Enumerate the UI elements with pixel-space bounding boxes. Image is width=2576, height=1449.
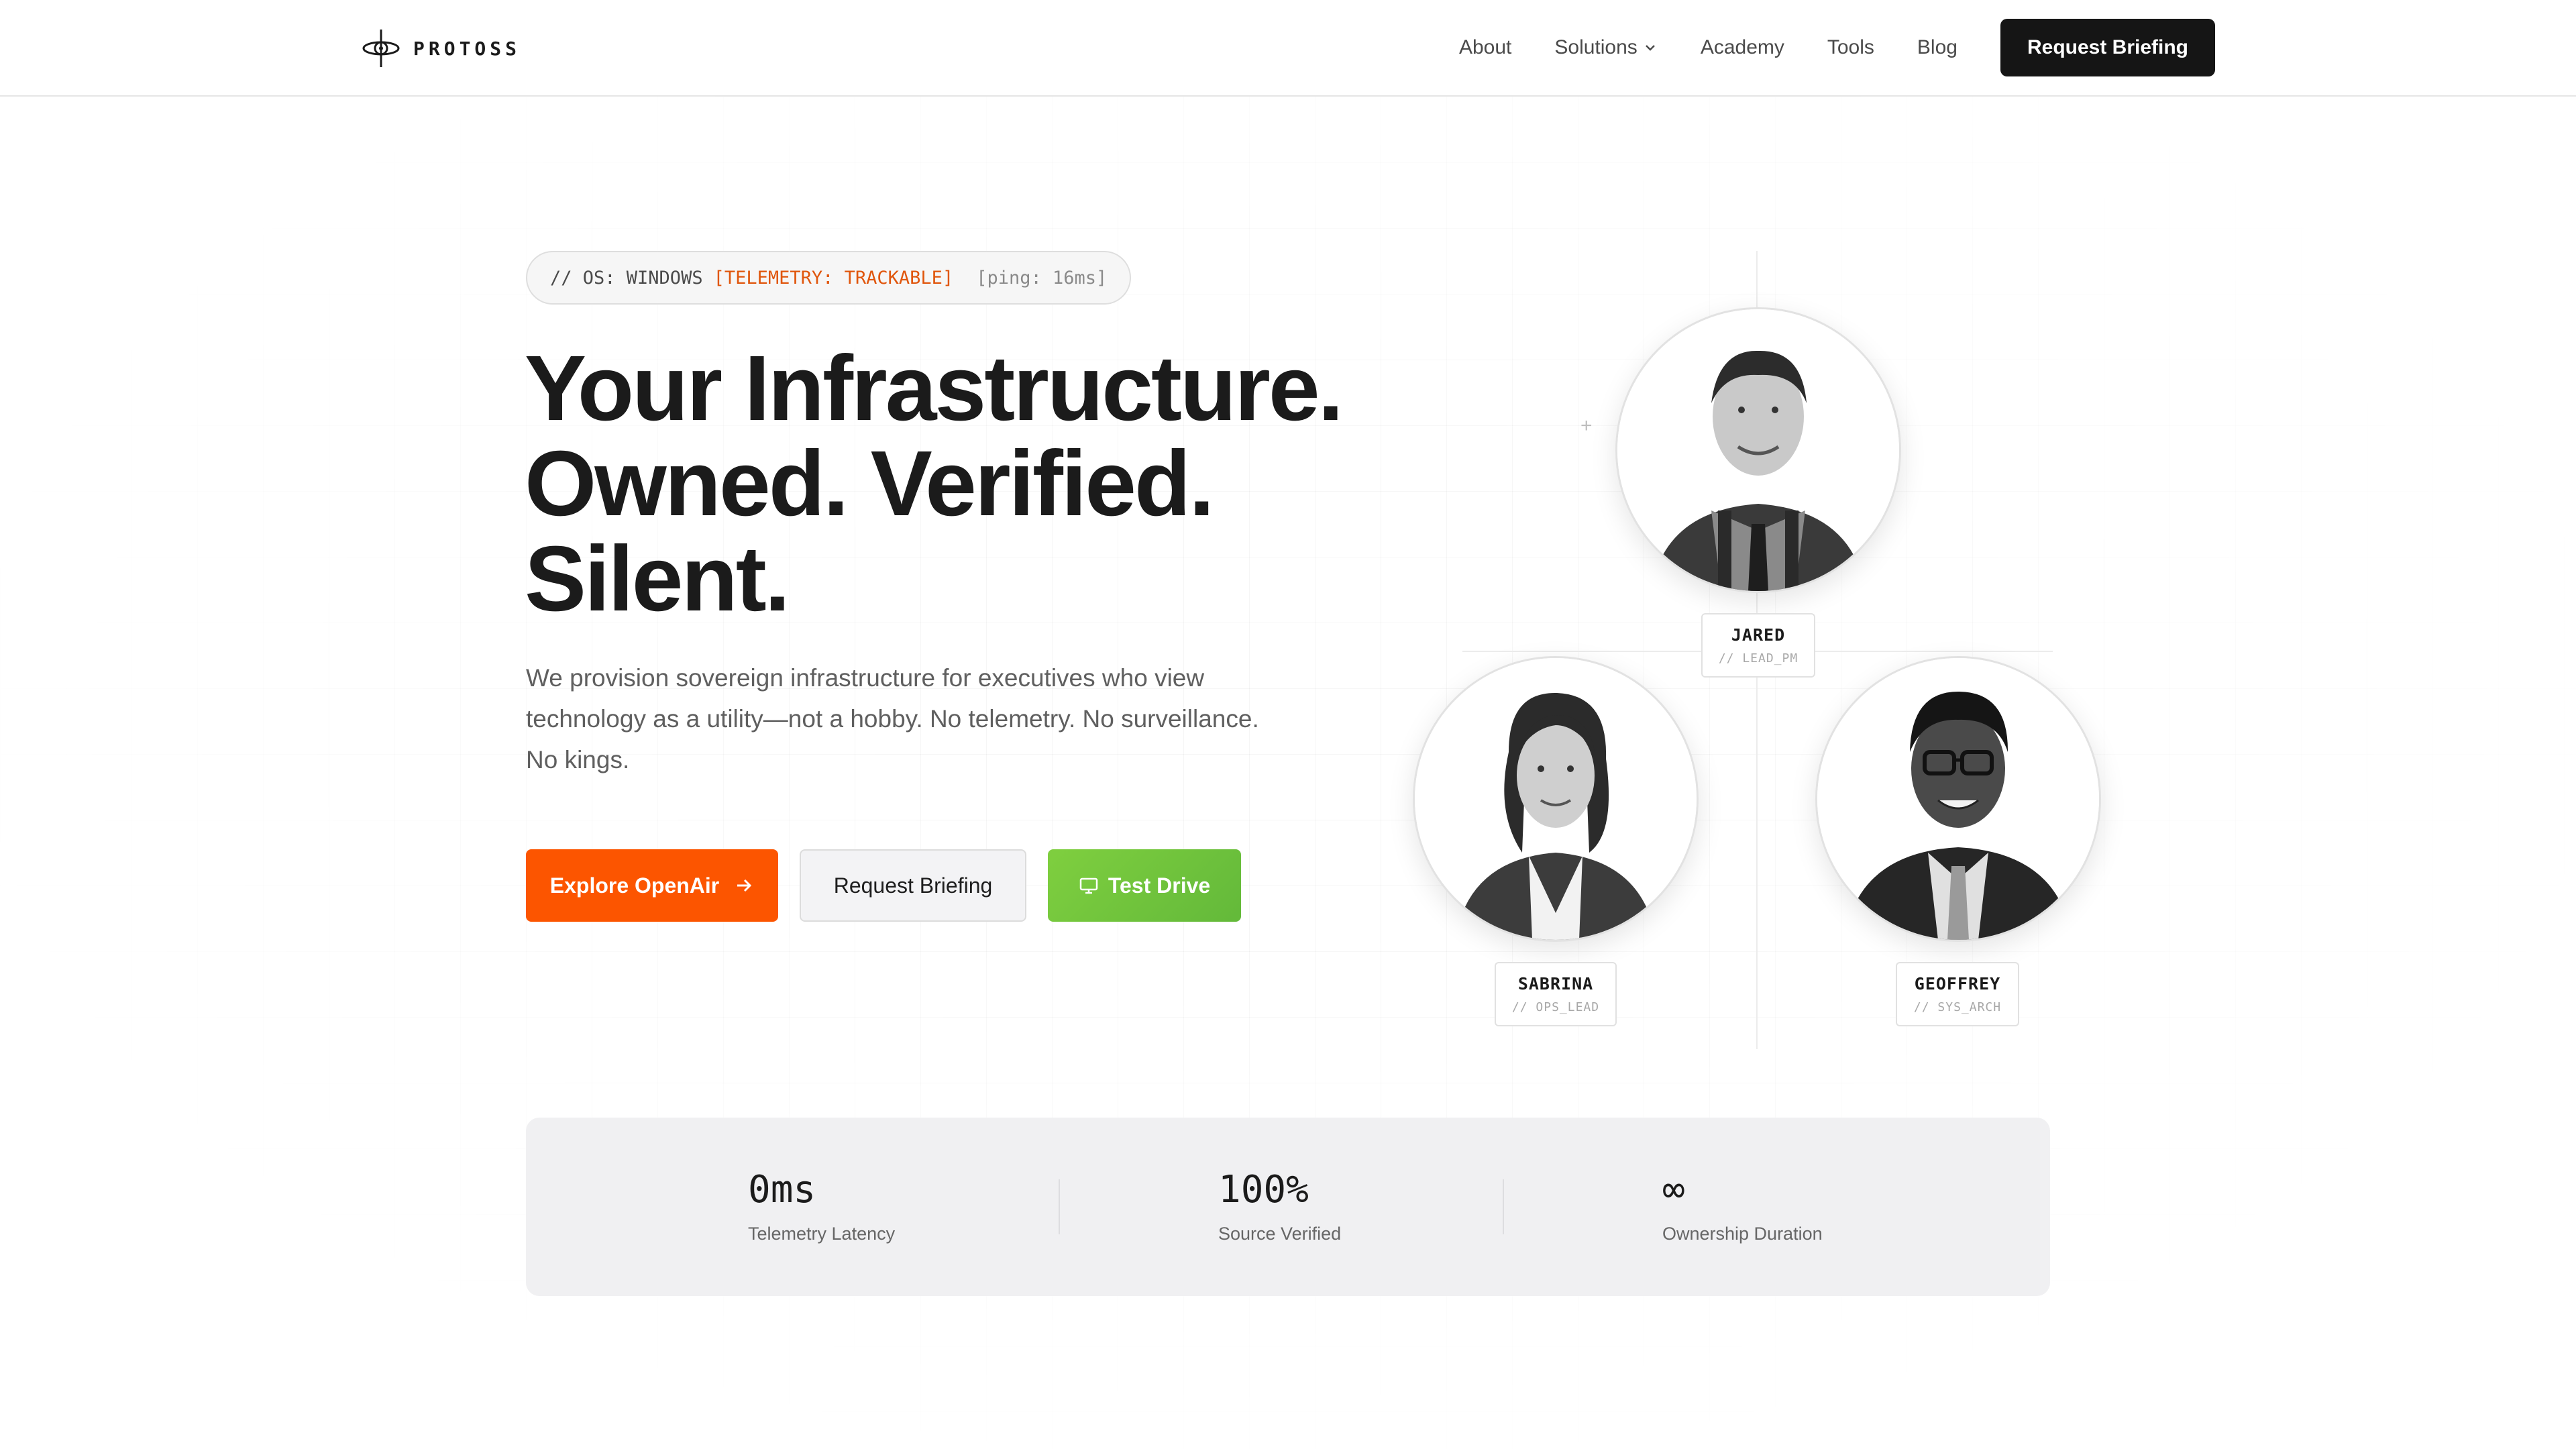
status-ping: [ping: 16ms] [976,267,1108,288]
stats-panel: 0ms Telemetry Latency 100% Source Verifi… [526,1118,2050,1296]
status-telemetry: [TELEMETRY: TRACKABLE] [713,267,954,288]
portrait-sabrina-icon [1415,658,1697,940]
protoss-logo-icon [362,30,400,67]
avatar-geoffrey [1815,656,2101,942]
team-role: // SYS_ARCH [1913,1000,2002,1014]
main-nav: About Solutions Academy Tools Blog Reque… [1459,19,2215,76]
team-role: // LEAD_PM [1718,651,1799,665]
headline-line-1: Your Infrastructure. [525,337,1344,440]
name-tag-jared: JARED // LEAD_PM [1701,613,1815,678]
plus-marker-icon: + [1580,415,1593,437]
hero-subcopy: We provision sovereign infrastructure fo… [526,664,1259,773]
logo[interactable]: PROTOSS [361,27,521,70]
name-tag-geoffrey: GEOFFREY // SYS_ARCH [1896,962,2019,1026]
portrait-geoffrey-icon [1817,658,2099,940]
nav-solutions-label: Solutions [1554,36,1638,58]
team-name: SABRINA [1517,974,1594,994]
request-briefing-button[interactable]: Request Briefing [800,849,1026,922]
name-tag-sabrina: SABRINA // OPS_LEAD [1495,962,1617,1026]
system-status-pill: // OS: WINDOWS [TELEMETRY: TRACKABLE] [p… [526,251,1132,305]
explore-openair-label: Explore OpenAir [549,873,720,898]
nav-about[interactable]: About [1459,36,1511,59]
stat-label: Source Verified [1218,1224,1342,1244]
stat-value: 100% [1218,1168,1309,1212]
headline-line-2: Owned. Verified. [525,432,1215,535]
request-briefing-nav-button[interactable]: Request Briefing [2000,19,2215,76]
nav-solutions[interactable]: Solutions [1554,36,1657,59]
arrow-right-icon [737,879,752,892]
nav-academy[interactable]: Academy [1701,36,1784,59]
stat-ownership-duration: ∞ Ownership Duration [1662,1169,1823,1244]
portrait-jared-icon [1617,309,1899,591]
avatar-sabrina [1413,656,1699,942]
test-drive-label: Test Drive [1108,873,1211,898]
headline-line-3: Silent. [525,527,790,631]
site-header: PROTOSS About Solutions Academy Tools Bl… [0,0,2576,97]
stat-value: ∞ [1662,1168,1685,1212]
status-os: // OS: WINDOWS [550,267,703,288]
avatar-jared [1615,307,1901,593]
explore-openair-button[interactable]: Explore OpenAir [526,849,778,922]
team-role: // OPS_LEAD [1511,1000,1600,1014]
nav-tools[interactable]: Tools [1827,36,1874,59]
stat-divider [1503,1179,1504,1234]
hero-headline: Your Infrastructure. Owned. Verified. Si… [525,337,1344,631]
stat-telemetry-latency: 0ms Telemetry Latency [748,1169,895,1244]
stat-label: Ownership Duration [1662,1224,1823,1244]
team-name: JARED [1731,625,1786,645]
logo-text: PROTOSS [413,37,521,60]
stat-value: 0ms [748,1168,816,1212]
stat-source-verified: 100% Source Verified [1218,1169,1341,1244]
stat-divider [1059,1179,1060,1234]
chevron-down-icon [1645,45,1655,51]
team-name: GEOFFREY [1914,974,2001,994]
stat-label: Telemetry Latency [748,1224,896,1244]
nav-blog[interactable]: Blog [1917,36,1957,59]
monitor-icon [1079,877,1098,894]
test-drive-button[interactable]: Test Drive [1048,849,1241,922]
